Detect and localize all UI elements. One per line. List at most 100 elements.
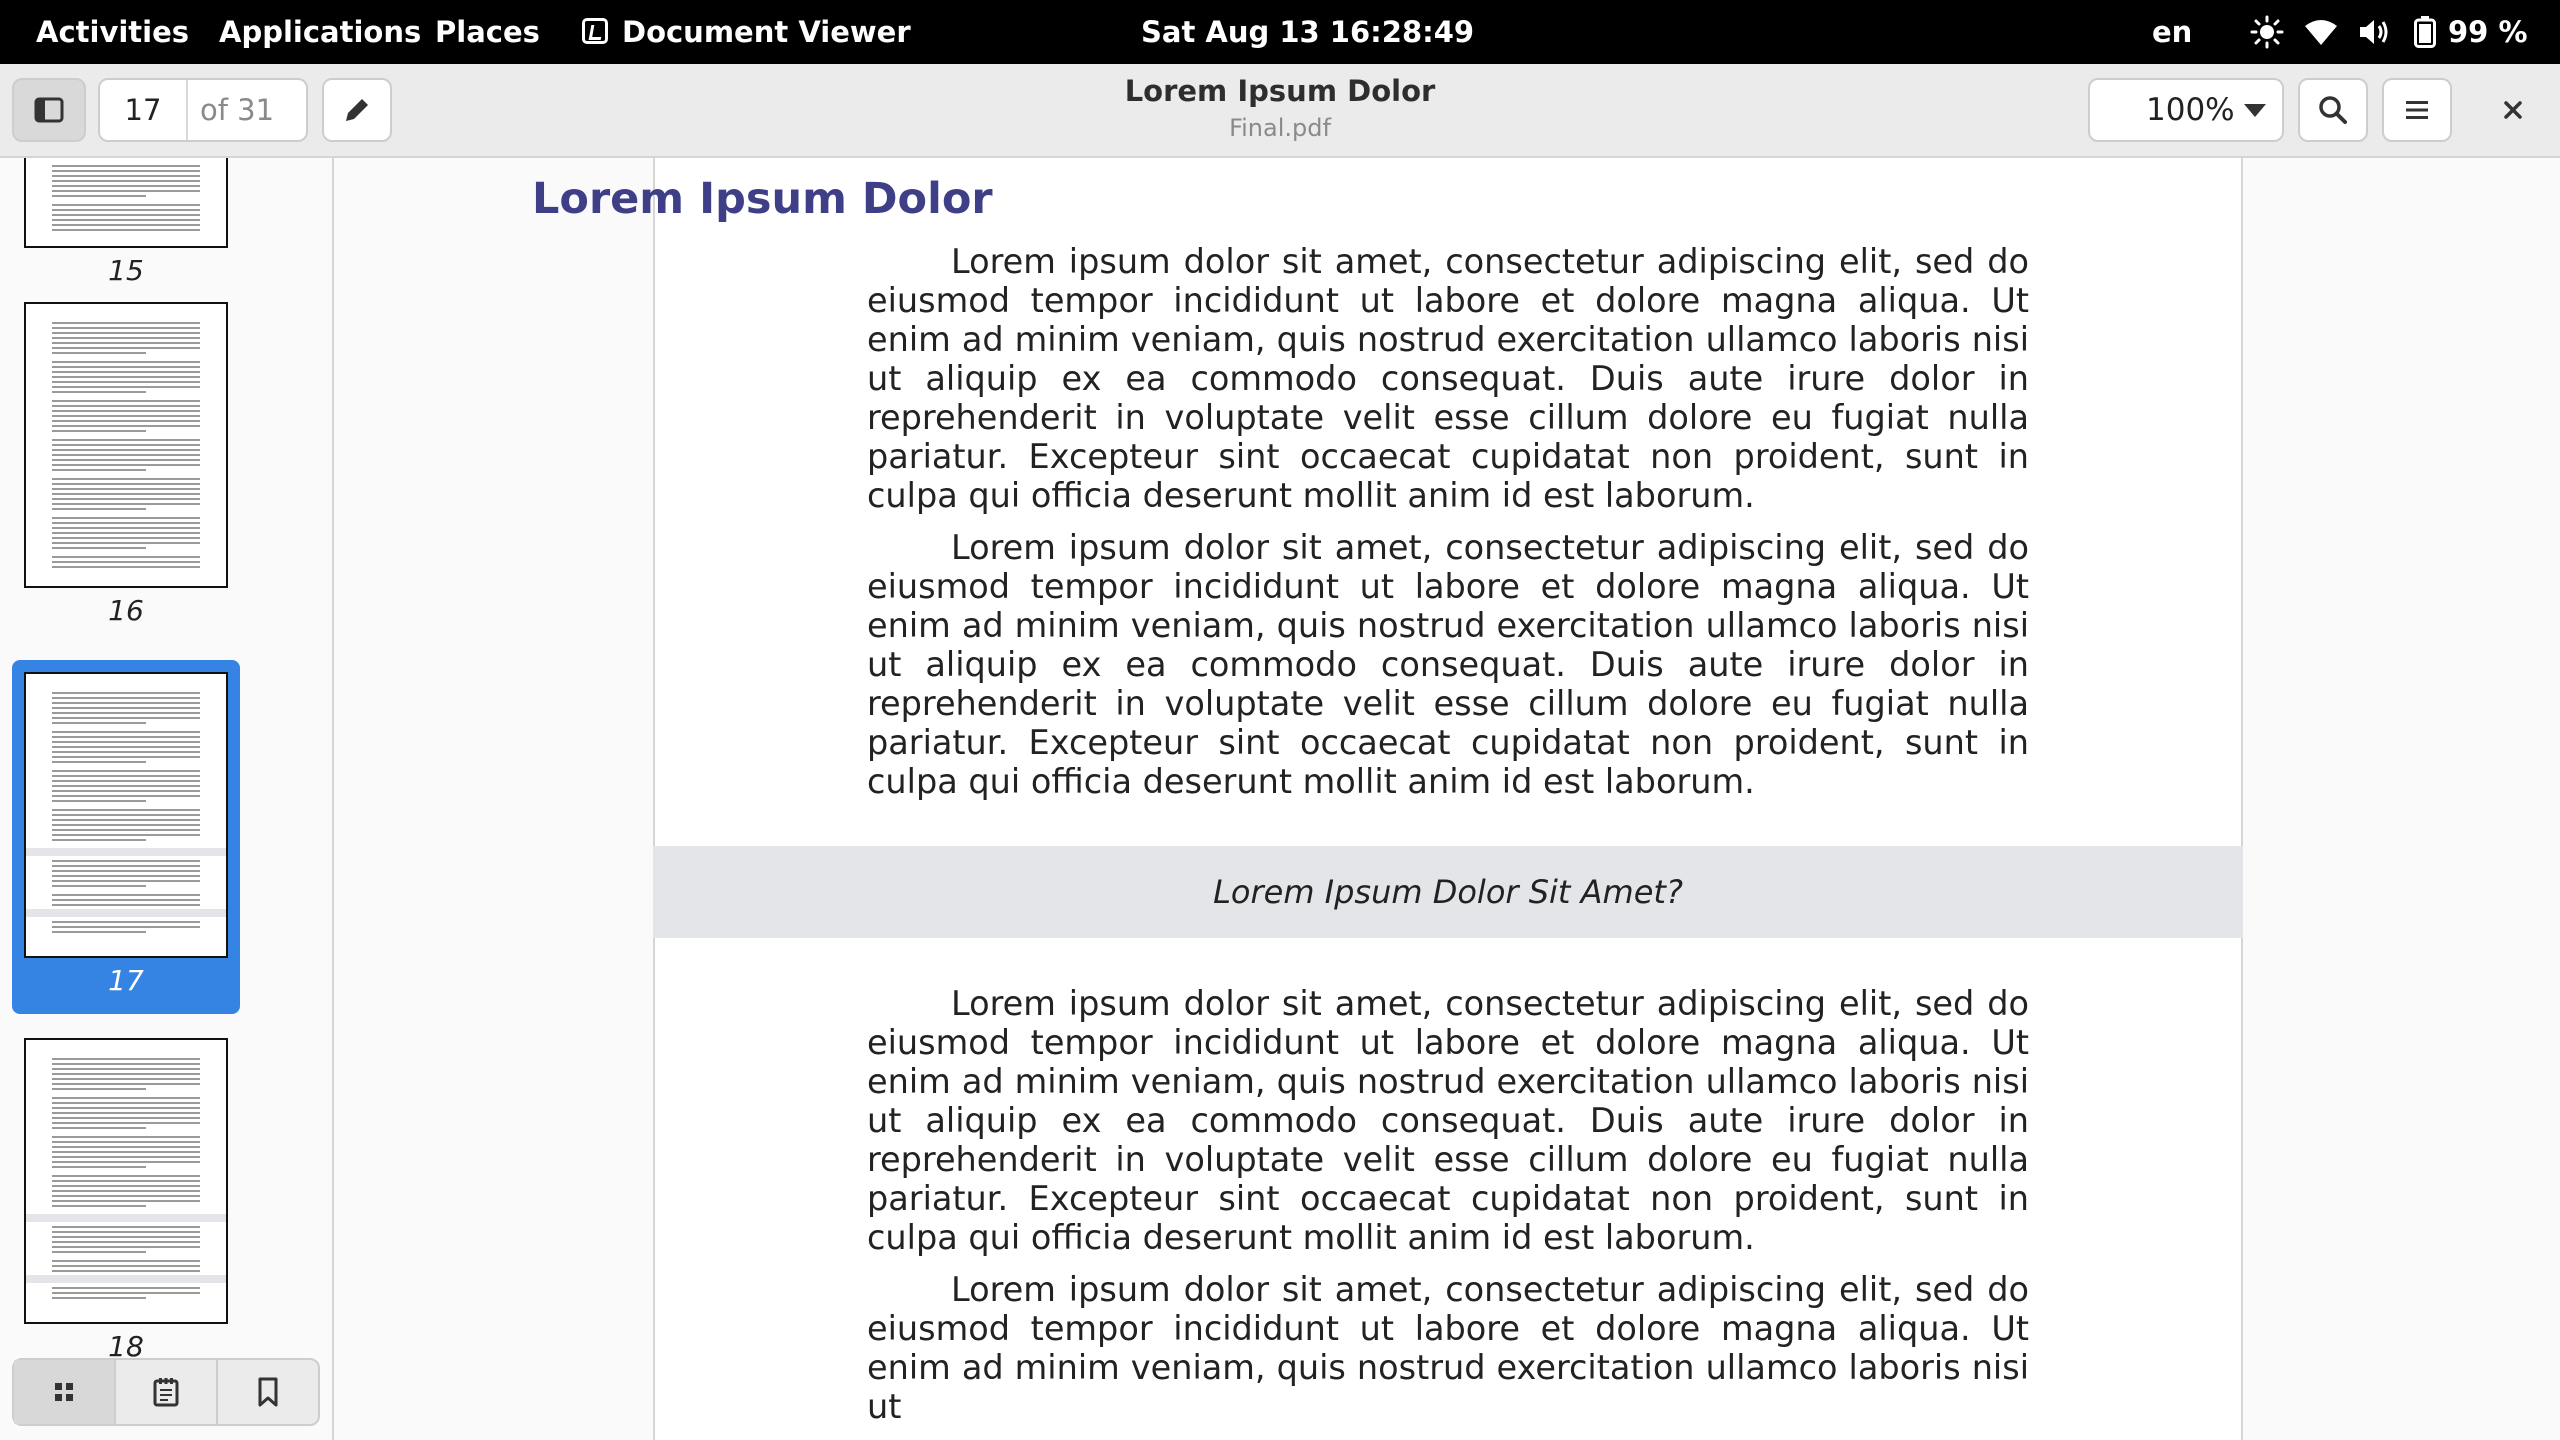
- thumbnail-text-line: [52, 175, 200, 177]
- body-paragraph: Lorem ipsum dolor sit amet, consectetur …: [867, 1270, 2029, 1426]
- thumbnail-text-line: [52, 391, 146, 393]
- bookmark-icon: [258, 1377, 278, 1407]
- thumbnail-text-line: [52, 498, 200, 500]
- grid-icon: [55, 1383, 73, 1401]
- outline-icon: [153, 1378, 179, 1407]
- thumbnail-text-line: [52, 1251, 146, 1253]
- thumbnail-text-line: [52, 464, 200, 466]
- sidebar-toggle-icon: [34, 97, 64, 123]
- bookmarks-view-button[interactable]: [218, 1360, 318, 1424]
- keyboard-layout-indicator[interactable]: en: [2152, 0, 2192, 64]
- header-bar: 17 of 31 Lorem Ipsum Dolor Final.pdf 100…: [0, 64, 2560, 158]
- applications-menu[interactable]: Applications: [219, 0, 421, 64]
- thumbnail-text-line: [52, 1175, 200, 1177]
- section-heading: Lorem Ipsum Dolor: [532, 174, 993, 224]
- sidebar-toggle-button[interactable]: [12, 78, 86, 142]
- thumbnail-text-line: [52, 381, 200, 383]
- app-menu[interactable]: Document Viewer: [582, 0, 911, 64]
- thumbnail-text-line: [52, 761, 146, 763]
- thumbnail-text-line: [52, 780, 200, 782]
- thumbnail-sidebar[interactable]: 15 16 17 18: [0, 158, 334, 1440]
- thumbnail-text-line: [52, 1117, 200, 1119]
- thumbnail-text-line: [52, 469, 146, 471]
- thumbnail-text-line: [52, 1058, 200, 1060]
- thumbnail-text-line: [52, 322, 200, 324]
- clock[interactable]: Sat Aug 13 16:28:49: [1141, 0, 1474, 64]
- current-page-input[interactable]: 17: [100, 80, 188, 140]
- thumbnail-text-line: [52, 361, 200, 363]
- thumbnail-text-line: [52, 547, 146, 549]
- thumbnail-page-number: 17: [108, 964, 144, 997]
- places-menu[interactable]: Places: [435, 0, 540, 64]
- annotate-button[interactable]: [322, 78, 392, 142]
- thumbnail-text-line: [52, 400, 200, 402]
- thumbnail-text-line: [52, 1180, 200, 1182]
- thumbnail-text-line: [52, 904, 200, 906]
- thumbnail-text-line: [52, 870, 200, 872]
- page-thumbnail: [24, 672, 228, 958]
- thumbnail-text-line: [52, 410, 200, 412]
- sidebar-view-switcher[interactable]: [12, 1358, 320, 1426]
- thumbnail-text-line: [52, 449, 200, 451]
- thumbnail-text-line: [52, 1185, 200, 1187]
- page-thumbnail: [24, 1038, 228, 1324]
- thumbnail-page-17[interactable]: 17: [12, 660, 240, 1014]
- thumbnail-text-line: [52, 692, 200, 694]
- activities-button[interactable]: Activities: [36, 0, 189, 64]
- brightness-icon: [2250, 15, 2284, 49]
- thumbnail-text-line: [52, 508, 146, 510]
- thumbnail-text-line: [52, 454, 200, 456]
- thumbnail-text-line: [52, 741, 200, 743]
- thumbnail-text-line: [52, 488, 200, 490]
- thumbnail-text-line: [52, 327, 200, 329]
- battery-percent: 99 %: [2448, 15, 2528, 49]
- thumbnail-text-line: [52, 1073, 200, 1075]
- thumbnail-text-line: [52, 1068, 200, 1070]
- thumbnail-text-line: [52, 921, 200, 923]
- system-tray[interactable]: 99 %: [2250, 0, 2528, 64]
- thumbnail-text-line: [52, 809, 200, 811]
- thumbnail-page-number: 15: [108, 254, 144, 287]
- thumbnail-text-line: [52, 1146, 200, 1148]
- thumbnail-band: [26, 848, 226, 856]
- thumbnail-text-line: [52, 702, 200, 704]
- thumbnail-text-line: [52, 1166, 146, 1168]
- thumbnail-text-line: [52, 885, 146, 887]
- thumbnail-text-line: [52, 556, 200, 558]
- thumbnail-text-line: [52, 829, 200, 831]
- thumbnail-page-15[interactable]: 15: [12, 158, 240, 298]
- top-bar: Activities Applications Places Document …: [0, 0, 2560, 64]
- outline-view-button[interactable]: [116, 1360, 218, 1424]
- thumbnail-band: [26, 1214, 226, 1222]
- thumbnail-text-line: [52, 746, 200, 748]
- thumbnail-text-line: [52, 875, 200, 877]
- thumbnail-text-line: [52, 1141, 200, 1143]
- thumbnail-page-16[interactable]: 16: [12, 302, 240, 658]
- thumbnail-text-line: [52, 352, 146, 354]
- chevron-down-icon: [2244, 104, 2266, 117]
- thumbnail-text-line: [52, 880, 200, 882]
- document-title: Lorem Ipsum Dolor: [1124, 74, 1436, 108]
- zoom-dropdown[interactable]: 100%: [2088, 78, 2284, 142]
- search-button[interactable]: [2298, 78, 2368, 142]
- thumbnail-text-line: [52, 165, 200, 167]
- thumbnail-text-line: [52, 1161, 200, 1163]
- thumbnails-view-button[interactable]: [14, 1360, 116, 1424]
- thumbnail-text-line: [52, 770, 200, 772]
- thumbnail-text-line: [52, 834, 200, 836]
- page-number-entry[interactable]: 17 of 31: [98, 78, 308, 142]
- thumbnail-text-line: [52, 386, 200, 388]
- thumbnail-page-18[interactable]: 18: [12, 1038, 240, 1398]
- thumbnail-text-line: [52, 1246, 200, 1248]
- thumbnail-text-line: [52, 209, 200, 211]
- main-menu-button[interactable]: [2382, 78, 2452, 142]
- volume-icon: [2360, 20, 2388, 44]
- close-button[interactable]: [2478, 78, 2548, 142]
- thumbnail-text-line: [52, 1226, 200, 1228]
- thumbnail-text-line: [52, 1112, 200, 1114]
- thumbnail-text-line: [52, 756, 200, 758]
- thumbnail-text-line: [52, 751, 200, 753]
- thumbnail-text-line: [52, 170, 200, 172]
- thumbnail-text-line: [52, 1127, 146, 1129]
- thumbnail-text-line: [52, 926, 200, 928]
